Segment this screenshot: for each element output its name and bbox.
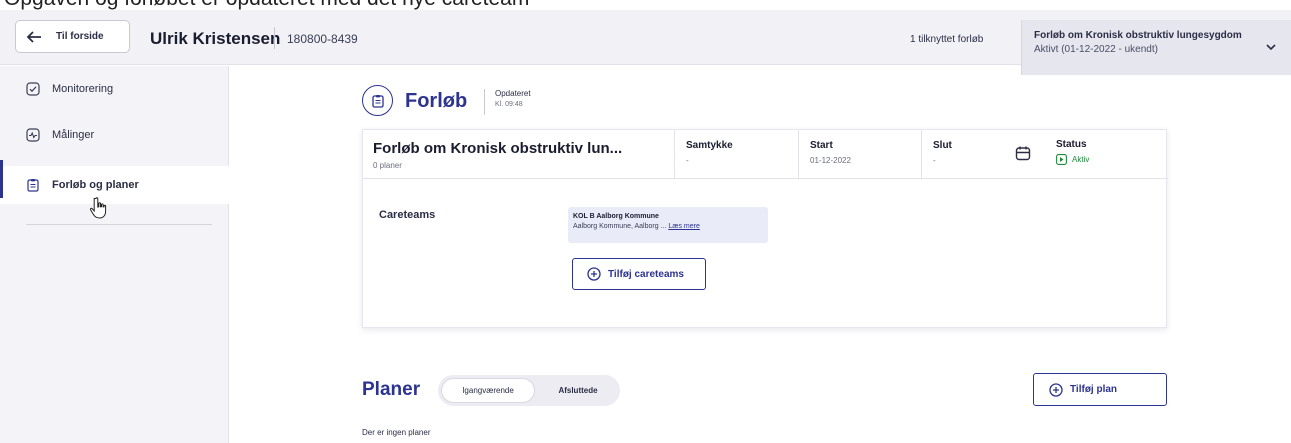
- back-button-label: Til forside: [56, 31, 104, 42]
- sidebar: Monitorering Målinger Forløb og planer: [0, 66, 229, 443]
- empty-plans-text: Der er ingen planer: [362, 428, 431, 437]
- course-card-header: Forløb om Kronisk obstruktiv lun... 0 pl…: [363, 130, 1168, 179]
- careteams-label: Careteams: [379, 209, 436, 221]
- calendar-icon[interactable]: [1015, 145, 1031, 161]
- careteam-name: KOL B Aalborg Kommune: [573, 213, 659, 220]
- hand-cursor-icon: [89, 197, 107, 219]
- check-square-icon: [26, 82, 40, 96]
- plans-title: Planer: [362, 379, 421, 400]
- status-value: Aktiv: [1072, 155, 1090, 164]
- status-label: Status: [1056, 139, 1087, 150]
- top-bar: Til forside Ulrik Kristensen 180800-8439…: [0, 10, 1291, 75]
- pulse-icon: [26, 128, 40, 142]
- play-icon: [1056, 154, 1067, 165]
- divider: [274, 27, 275, 49]
- tab-afsluttede[interactable]: Afsluttede: [538, 378, 618, 403]
- linked-courses-count: 1 tilknyttet forløb: [910, 34, 984, 45]
- chevron-down-icon: [1266, 44, 1276, 51]
- video-caption: Opgaven og forløbet er opdateret med det…: [0, 0, 1291, 10]
- sidebar-divider: [26, 224, 212, 225]
- add-plan-label: Tilføj plan: [1070, 384, 1118, 395]
- updated-time: Kl. 09:48: [495, 101, 523, 108]
- start-label: Start: [810, 140, 833, 151]
- sidebar-item-malinger[interactable]: Målinger: [0, 116, 229, 154]
- tab-igangvaerende[interactable]: Igangværende: [441, 378, 535, 403]
- start-value: 01-12-2022: [810, 156, 851, 165]
- divider: [484, 89, 485, 115]
- plans-tab-switch: Igangværende Afsluttede: [438, 375, 620, 406]
- plus-circle-icon: [587, 267, 601, 281]
- add-plan-button[interactable]: Tilføj plan: [1033, 373, 1167, 406]
- plans-count: 0 planer: [373, 161, 402, 170]
- sidebar-item-forlob-og-planer[interactable]: Forløb og planer: [0, 166, 229, 204]
- course-title-cell: Forløb om Kronisk obstruktiv lun... 0 pl…: [363, 130, 674, 179]
- sidebar-item-monitorering[interactable]: Monitorering: [0, 70, 229, 108]
- add-careteams-label: Tilføj careteams: [608, 268, 684, 280]
- updated-label: Opdateret: [495, 89, 531, 98]
- course-title: Forløb om Kronisk obstruktiv lun...: [373, 140, 623, 157]
- page-title: Forløb: [405, 90, 468, 112]
- clipboard-icon: [26, 178, 40, 192]
- selected-course-status: Aktivt (01-12-2022 - ukendt): [1034, 44, 1158, 55]
- clipboard-icon: [362, 85, 393, 116]
- arrow-left-icon: [26, 30, 41, 43]
- active-nav-marker: [0, 160, 3, 198]
- course-selector-dropdown[interactable]: Forløb om Kronisk obstruktiv lungesygdom…: [1021, 20, 1291, 75]
- status-badge: Aktiv: [1056, 154, 1168, 165]
- consent-cell: Samtykke -: [674, 130, 798, 179]
- plus-circle-icon: [1049, 382, 1063, 397]
- consent-label: Samtykke: [686, 140, 733, 151]
- add-careteams-button[interactable]: Tilføj careteams: [572, 258, 706, 290]
- sidebar-item-label: Monitorering: [52, 83, 114, 95]
- back-to-front-button[interactable]: Til forside: [15, 20, 130, 53]
- start-cell: Start 01-12-2022: [798, 130, 921, 179]
- consent-value: -: [686, 156, 689, 165]
- caption-text: Opgaven og forløbet er opdateret med det…: [4, 0, 529, 10]
- read-more-link[interactable]: Læs mere: [668, 223, 700, 230]
- selected-course-title: Forløb om Kronisk obstruktiv lungesygdom: [1034, 30, 1242, 41]
- careteam-chip: KOL B Aalborg Kommune Aalborg Kommune, A…: [568, 207, 768, 243]
- patient-name: Ulrik Kristensen: [150, 29, 281, 48]
- careteam-address: Aalborg Kommune, Aalborg ... Læs mere: [573, 223, 768, 230]
- sidebar-item-label: Forløb og planer: [52, 179, 139, 191]
- careteam-address-text: Aalborg Kommune, Aalborg ...: [573, 223, 667, 230]
- status-cell: Status Aktiv: [1044, 130, 1168, 179]
- course-card: Forløb om Kronisk obstruktiv lun... 0 pl…: [362, 129, 1168, 328]
- sidebar-item-label: Målinger: [52, 129, 95, 141]
- patient-cpr: 180800-8439: [287, 32, 358, 46]
